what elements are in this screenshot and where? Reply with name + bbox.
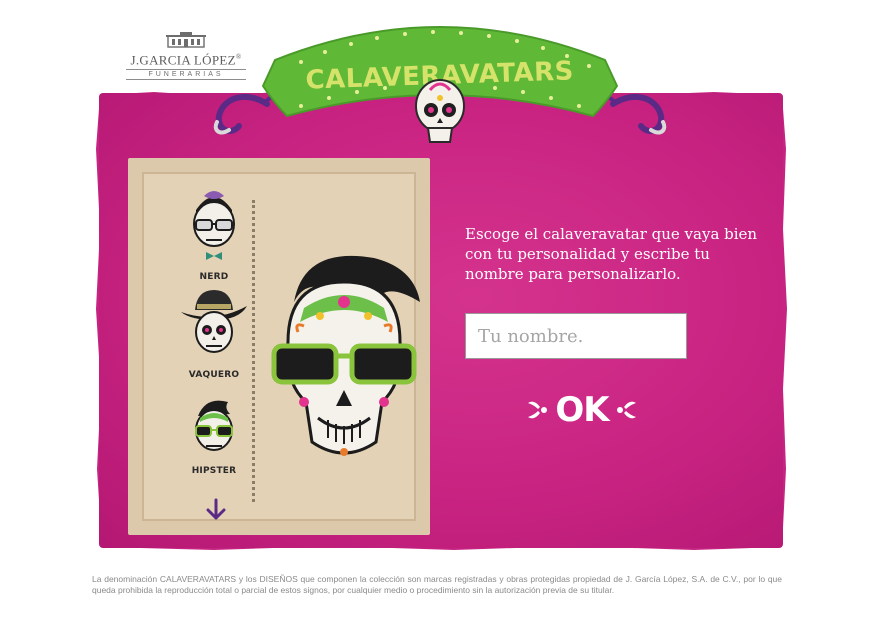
avatar-label-vaquero: VAQUERO — [188, 370, 240, 380]
avatar-option-nerd[interactable]: NERD — [174, 188, 254, 282]
avatar-label-hipster: HIPSTER — [191, 466, 237, 476]
instructions-text: Escoge el calaveravatar que vaya bien co… — [465, 225, 758, 283]
ok-label: OK — [555, 390, 609, 430]
building-icon — [166, 32, 206, 48]
ok-button[interactable]: OK — [524, 387, 640, 433]
vaquero-skull-icon — [181, 290, 247, 353]
right-flourish-icon — [617, 401, 636, 419]
name-input[interactable] — [465, 313, 687, 359]
selected-avatar-preview — [271, 255, 420, 456]
title-banner: CALAVERAVATARS — [213, 26, 667, 143]
left-flourish-icon — [528, 401, 547, 419]
arrow-down-icon[interactable] — [204, 498, 228, 522]
hipster-skull-icon — [195, 400, 233, 451]
left-swirl-ornament — [213, 93, 270, 135]
avatar-option-vaquero[interactable]: VAQUERO — [174, 286, 254, 380]
avatar-option-hipster[interactable]: HIPSTER — [174, 396, 254, 476]
avatar-label-nerd: NERD — [199, 272, 229, 282]
right-swirl-ornament — [610, 93, 667, 135]
banner-skull-icon — [415, 79, 465, 143]
legal-notice: La denominación CALAVERAVATARS y los DIS… — [92, 574, 782, 595]
stamp-inner: NERD VAQUERO HIPSTER — [142, 172, 420, 522]
avatar-picker-stamp: NERD VAQUERO HIPSTER — [128, 158, 430, 535]
nerd-skull-icon — [193, 191, 235, 260]
